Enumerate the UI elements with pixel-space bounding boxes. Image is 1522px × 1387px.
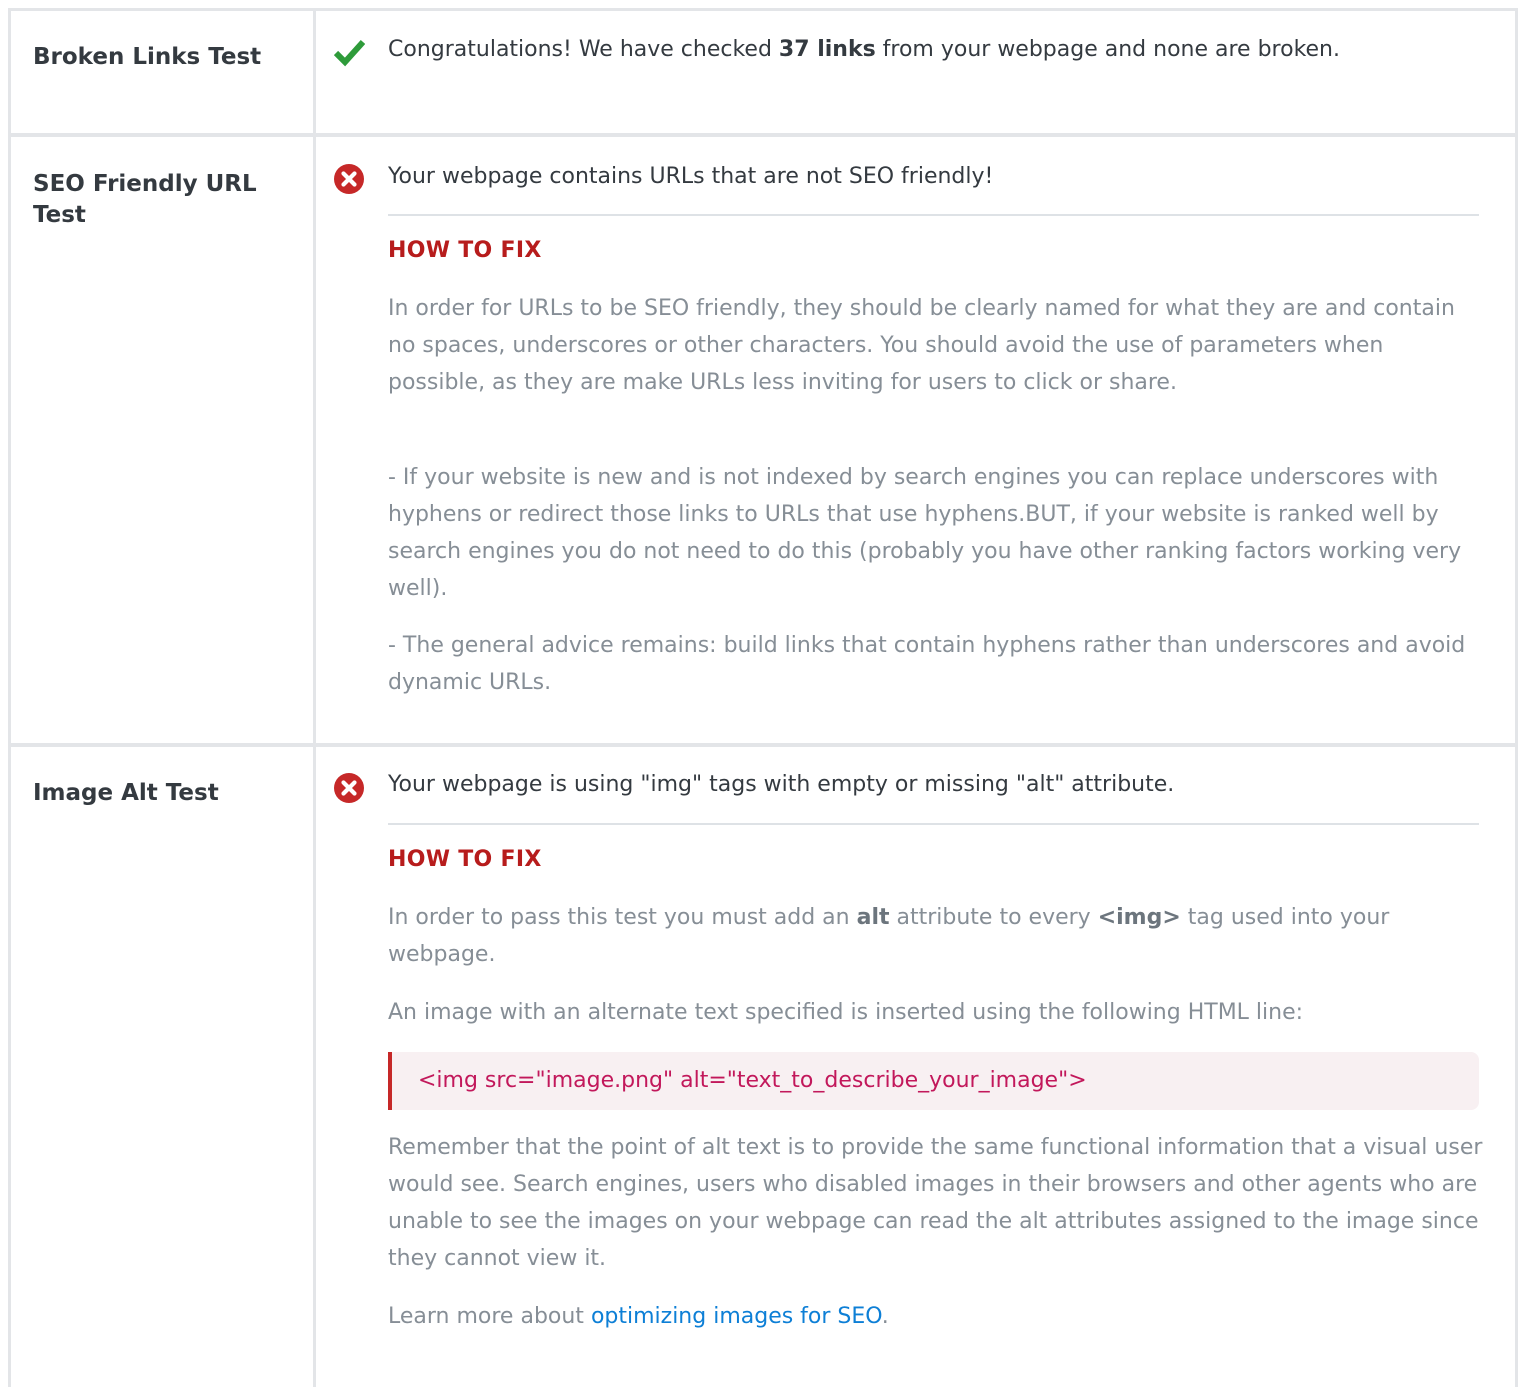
seo-url-label: SEO Friendly URL Test [33,171,257,228]
seo-url-summary: Your webpage contains URLs that are not … [388,164,994,189]
how-to-fix-title: HOW TO FIX [388,847,542,872]
paragraph-text: attribute to every [889,905,1098,930]
image-alt-paragraph-2: An image with an alternate text specifie… [388,1000,1304,1025]
seo-url-paragraph-2: - If your website is new and is not inde… [388,465,1462,601]
column-divider [313,137,316,743]
divider-line [388,214,1479,216]
links-count: 37 links [778,37,876,62]
summary-text: from your webpage and none are broken. [875,37,1340,62]
image-alt-summary: Your webpage is using "img" tags with em… [388,772,1175,797]
error-x-circle-icon [334,164,364,194]
image-alt-paragraph-1: In order to pass this test you must add … [388,899,1483,973]
paragraph-text: In order to pass this test you must add … [388,905,857,930]
image-alt-paragraph-4: Learn more about optimizing images for S… [388,1298,1483,1335]
image-alt-paragraph-3: Remember that the point of alt text is t… [388,1135,1483,1271]
image-alt-label: Image Alt Test [33,780,219,806]
broken-links-summary: Congratulations! We have checked 37 link… [388,35,1340,65]
optimizing-images-link[interactable]: optimizing images for SEO [591,1304,882,1329]
divider-line [388,823,1479,825]
error-x-circle-icon [334,773,364,803]
alt-keyword: alt [856,905,890,930]
paragraph-text: Learn more about [388,1304,591,1329]
broken-links-label: Broken Links Test [33,44,262,70]
paragraph-text: . [881,1304,889,1329]
seo-url-paragraph-3: - The general advice remains: build link… [388,633,1466,695]
code-example: <img src="image.png" alt="text_to_descri… [388,1052,1479,1110]
column-divider [313,11,316,133]
seo-url-paragraph-1: In order for URLs to be SEO friendly, th… [388,296,1455,395]
checkmark-icon [333,39,365,67]
summary-text: Congratulations! We have checked [388,37,779,62]
img-tag-keyword: <img> [1097,905,1181,930]
how-to-fix-title: HOW TO FIX [388,238,542,263]
column-divider [313,747,316,1387]
